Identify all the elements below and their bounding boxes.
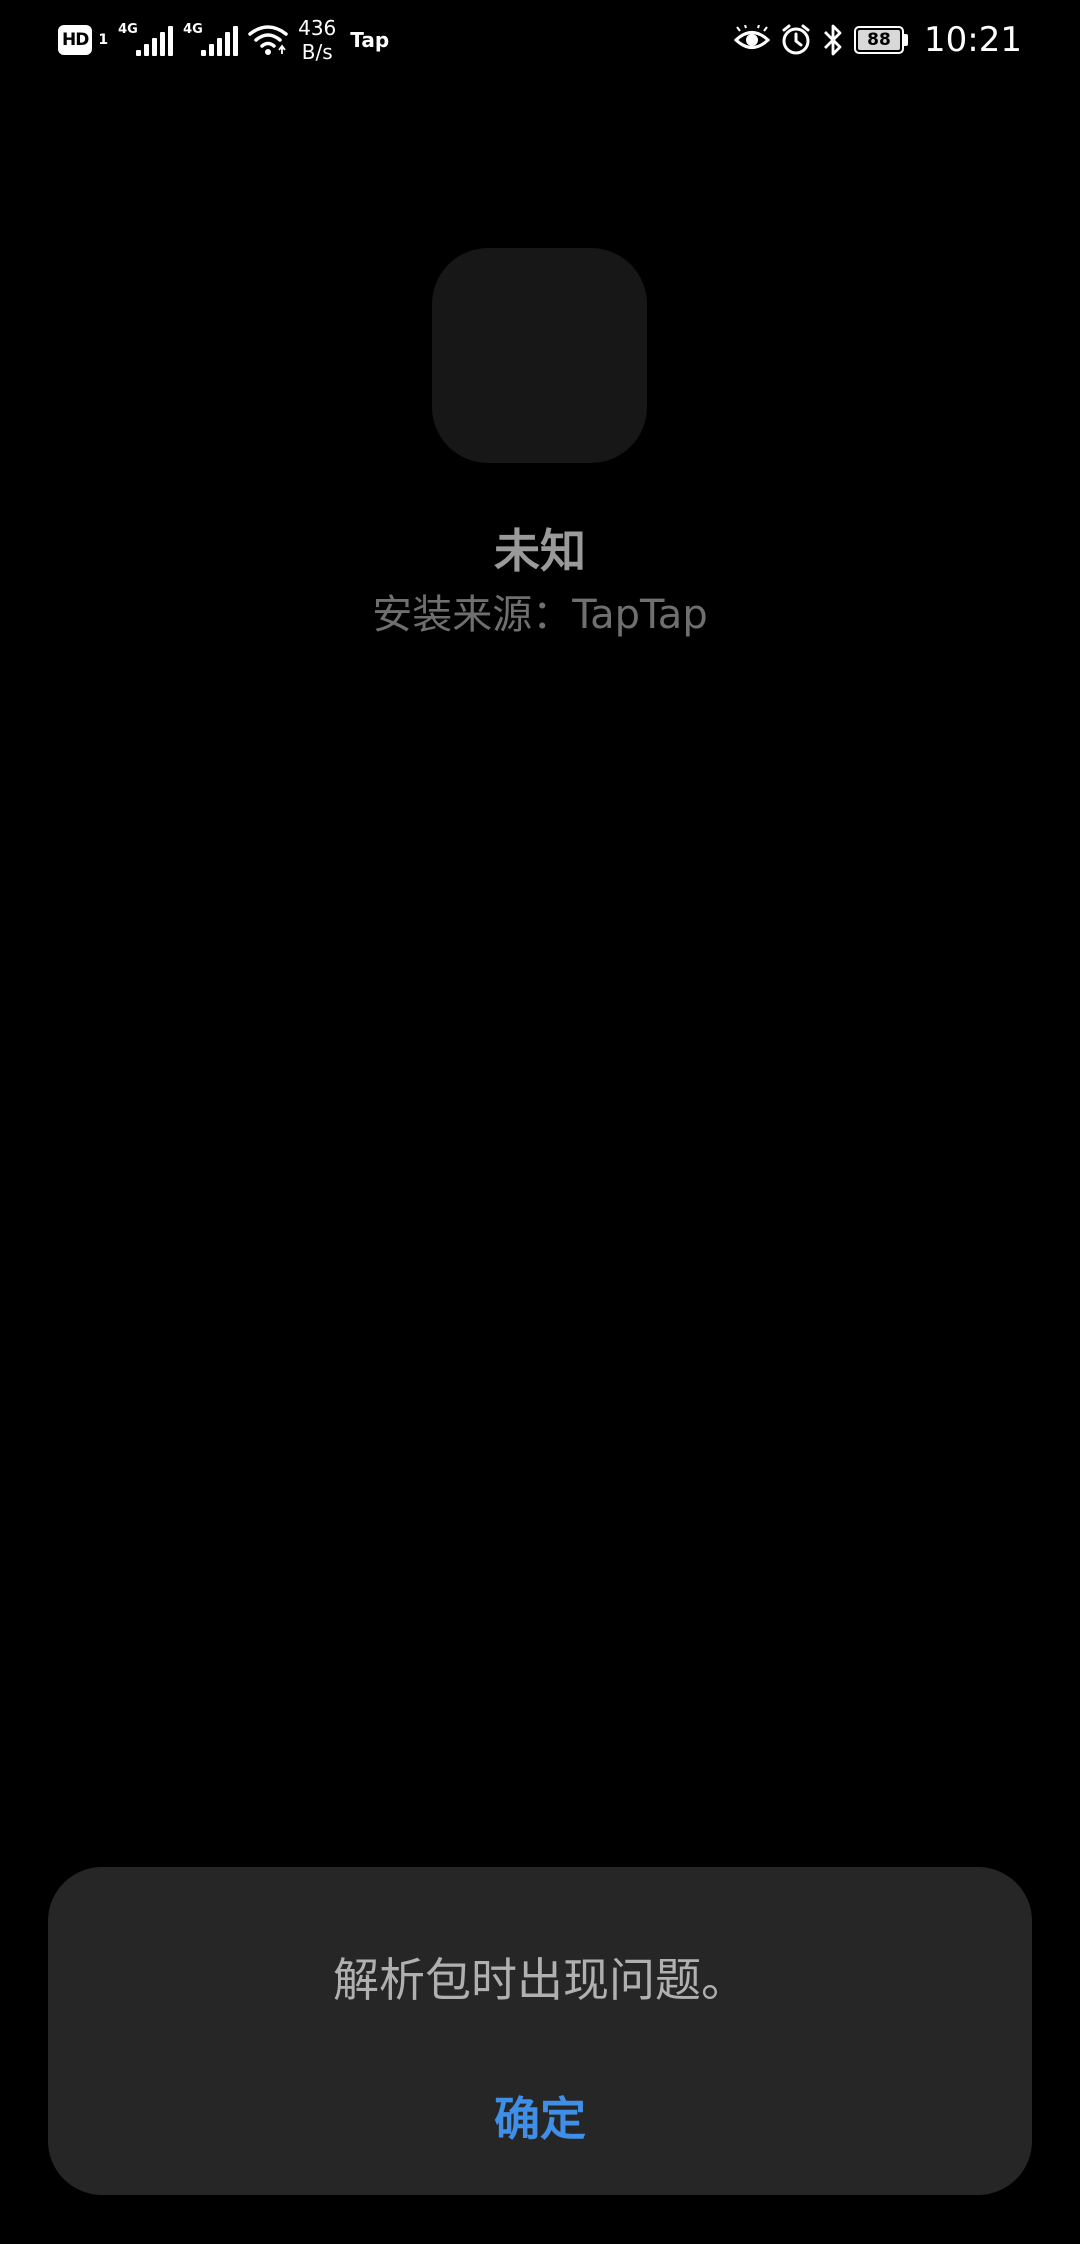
- install-source: 安装来源：TapTap: [372, 592, 708, 638]
- status-bar-left: HD 1 4G 4G 436 B/s Tap: [58, 16, 389, 64]
- confirm-button[interactable]: 确定: [390, 2079, 690, 2153]
- signal-icon: 4G: [183, 22, 239, 56]
- battery-level: 88: [858, 30, 901, 50]
- hd-badge: HD: [58, 25, 93, 55]
- status-bar-right: 88 10:21: [734, 20, 1022, 60]
- battery-icon: 88: [854, 26, 909, 54]
- app-name: 未知: [494, 524, 586, 578]
- dialog-message: 解析包时出现问题。: [333, 1953, 747, 2007]
- network-type-label: 4G: [118, 22, 138, 37]
- bluetooth-icon: [822, 23, 844, 57]
- network-speed-value: 436: [298, 16, 337, 40]
- eye-icon: [734, 25, 771, 55]
- network-speed: 436 B/s: [298, 16, 336, 64]
- wifi-icon: [248, 24, 288, 56]
- sim-number: 1: [98, 32, 109, 48]
- error-dialog: 解析包时出现问题。 确定: [48, 1867, 1032, 2195]
- screen: HD 1 4G 4G 436 B/s Tap 88 10:21 未知 安装来源：…: [0, 0, 1080, 2244]
- signal-icon: 4G: [118, 22, 174, 56]
- alarm-icon: [780, 24, 812, 56]
- clock: 10:21: [924, 20, 1022, 60]
- taptap-notification-icon: Tap: [350, 28, 390, 52]
- network-speed-unit: B/s: [301, 40, 333, 64]
- app-icon-placeholder: [432, 248, 647, 463]
- network-type-label: 4G: [183, 22, 203, 37]
- status-bar: HD 1 4G 4G 436 B/s Tap 88 10:21: [0, 0, 1080, 80]
